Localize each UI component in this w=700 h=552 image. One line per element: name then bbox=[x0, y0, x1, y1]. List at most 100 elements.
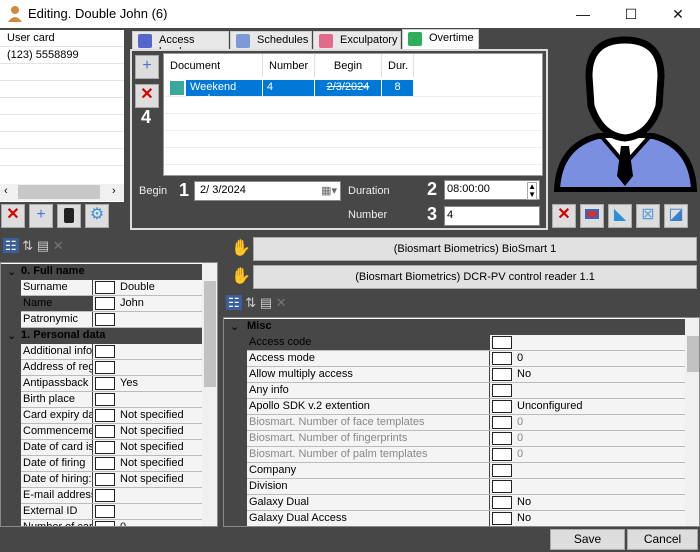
property-value[interactable]: Double bbox=[120, 281, 155, 293]
delete-overtime-button[interactable]: ✕ bbox=[135, 84, 159, 108]
property-value[interactable]: 0 bbox=[120, 521, 126, 526]
vertical-scrollbar[interactable] bbox=[685, 318, 699, 526]
close-button[interactable]: ✕ bbox=[663, 4, 693, 24]
property-value[interactable]: Unconfigured bbox=[517, 400, 582, 412]
column-header[interactable]: Number bbox=[263, 54, 315, 77]
property-row[interactable]: Access mode 0 bbox=[224, 351, 685, 367]
duration-input[interactable]: 08:00:00 ▲ ▼ bbox=[444, 180, 540, 200]
card-list[interactable]: User card (123) 5558899 bbox=[0, 30, 124, 202]
property-value[interactable]: Not specified bbox=[120, 425, 184, 437]
maximize-button[interactable]: ☐ bbox=[616, 4, 646, 24]
categorized-view-icon[interactable]: ☷ bbox=[226, 295, 242, 310]
property-row[interactable]: Date of firing Not specified bbox=[1, 456, 202, 472]
property-row[interactable]: Galaxy Dual No bbox=[224, 495, 685, 511]
cell-duration[interactable]: 8 bbox=[382, 80, 414, 96]
property-value[interactable]: No bbox=[517, 512, 531, 524]
property-row[interactable]: E-mail address bbox=[1, 488, 202, 504]
delete-card-button[interactable]: ✕ bbox=[1, 204, 25, 228]
scroll-right-icon[interactable]: › bbox=[112, 185, 116, 197]
card-reader-button[interactable] bbox=[57, 204, 81, 228]
property-row[interactable]: Date of card is Not specified bbox=[1, 440, 202, 456]
property-pages-icon[interactable]: ▤ bbox=[260, 295, 272, 310]
spinner-icon[interactable]: ▲ ▼ bbox=[527, 182, 537, 200]
right-property-grid[interactable]: ⌄ Misc Access code Access mode 0 Allow multip… bbox=[223, 317, 700, 527]
category-row[interactable]: ⌄ 1. Personal data bbox=[1, 328, 202, 344]
property-row[interactable]: Address of reg bbox=[1, 360, 202, 376]
device-button-biosmart[interactable]: (Biosmart Biometrics) BioSmart 1 bbox=[253, 237, 697, 261]
property-row[interactable]: Birth place bbox=[1, 392, 202, 408]
collapse-chevron-icon[interactable]: ⌄ bbox=[230, 320, 239, 333]
calendar-dropdown-icon[interactable]: ▦▾ bbox=[321, 184, 337, 197]
property-row[interactable]: Number of car 0 bbox=[1, 520, 202, 526]
tab-exculpatory[interactable]: Exculpatory bbox=[313, 31, 401, 50]
property-row[interactable]: Galaxy Dual Access No bbox=[224, 511, 685, 526]
horizontal-scrollbar[interactable]: ‹ › bbox=[0, 184, 124, 201]
settings-button[interactable]: ⚙ bbox=[85, 204, 109, 228]
property-value[interactable]: 0 bbox=[517, 416, 523, 428]
add-overtime-button[interactable]: + bbox=[135, 55, 159, 79]
property-value[interactable]: Not specified bbox=[120, 473, 184, 485]
cell-begin[interactable]: 2/3/2024 bbox=[315, 80, 382, 96]
cell-number[interactable]: 4 bbox=[263, 80, 315, 96]
property-value[interactable]: 0 bbox=[517, 432, 523, 444]
column-header[interactable]: Begin bbox=[315, 54, 382, 77]
cancel-button[interactable]: Cancel bbox=[627, 529, 698, 550]
begin-date-picker[interactable]: 2/ 3/2024 ▦▾ bbox=[194, 181, 341, 201]
scanner-button[interactable]: ◪ bbox=[664, 204, 688, 228]
property-row[interactable]: Any info bbox=[224, 383, 685, 399]
save-button[interactable]: Save bbox=[550, 529, 625, 550]
property-row[interactable]: Additional info bbox=[1, 344, 202, 360]
property-row[interactable]: Access code bbox=[224, 335, 685, 351]
category-row[interactable]: ⌄ Misc bbox=[224, 319, 685, 335]
property-value[interactable]: John bbox=[120, 297, 144, 309]
add-card-button[interactable]: + bbox=[29, 204, 53, 228]
cell-document[interactable]: Weekend work bbox=[186, 80, 263, 105]
property-row[interactable]: Surname Double bbox=[1, 280, 202, 296]
list-item[interactable]: (123) 5558899 bbox=[0, 47, 124, 64]
property-row[interactable]: Antipassback Yes bbox=[1, 376, 202, 392]
property-row[interactable]: Name John bbox=[1, 296, 202, 312]
property-value[interactable]: Not specified bbox=[120, 441, 184, 453]
property-value[interactable]: No bbox=[517, 496, 531, 508]
property-row[interactable]: Biosmart. Number of face templates 0 bbox=[224, 415, 685, 431]
minimize-button[interactable]: — bbox=[568, 4, 598, 24]
property-row[interactable]: Date of hiring: Not specified bbox=[1, 472, 202, 488]
tab-schedules[interactable]: Schedules bbox=[230, 31, 312, 50]
property-row[interactable]: Company bbox=[224, 463, 685, 479]
sort-alphabetical-icon[interactable]: ⇅ bbox=[22, 238, 33, 253]
property-value[interactable]: 0 bbox=[517, 448, 523, 460]
left-property-grid[interactable]: ⌄ 0. Full name Surname Double Name John Patron… bbox=[0, 262, 218, 527]
tab-overtime[interactable]: Overtime bbox=[402, 29, 479, 50]
delete-photo-button[interactable]: ✕ bbox=[552, 204, 576, 228]
crop-button[interactable]: ⊠ bbox=[636, 204, 660, 228]
sort-alphabetical-icon[interactable]: ⇅ bbox=[245, 295, 256, 310]
collapse-chevron-icon[interactable]: ⌄ bbox=[7, 329, 16, 342]
property-row[interactable]: Biosmart. Number of palm templates 0 bbox=[224, 447, 685, 463]
property-value[interactable]: Not specified bbox=[120, 457, 184, 469]
delete-icon[interactable]: ✕ bbox=[53, 238, 64, 253]
collapse-chevron-icon[interactable]: ⌄ bbox=[7, 265, 16, 278]
vertical-scrollbar[interactable] bbox=[202, 263, 217, 526]
property-row[interactable]: Commenceme Not specified bbox=[1, 424, 202, 440]
property-row[interactable]: Apollo SDK v.2 extention Unconfigured bbox=[224, 399, 685, 415]
overtime-table[interactable]: Document Number Begin Dur. Weekend work … bbox=[163, 53, 543, 176]
property-pages-icon[interactable]: ▤ bbox=[37, 238, 49, 253]
property-row[interactable]: External ID bbox=[1, 504, 202, 520]
property-value[interactable]: 0 bbox=[517, 352, 523, 364]
property-row[interactable]: Biosmart. Number of fingerprints 0 bbox=[224, 431, 685, 447]
category-row[interactable]: ⌄ 0. Full name bbox=[1, 264, 202, 280]
avatar[interactable] bbox=[553, 36, 698, 192]
property-row[interactable]: Allow multiply access No bbox=[224, 367, 685, 383]
property-row[interactable]: Division bbox=[224, 479, 685, 495]
tab-access-levels[interactable]: Access levels bbox=[132, 31, 229, 58]
column-header[interactable]: Document bbox=[164, 54, 263, 77]
property-row[interactable]: Card expiry da Not specified bbox=[1, 408, 202, 424]
list-item[interactable]: User card bbox=[0, 30, 124, 47]
scroll-left-icon[interactable]: ‹ bbox=[4, 185, 8, 197]
property-row[interactable]: Patronymic bbox=[1, 312, 202, 328]
property-value[interactable]: No bbox=[517, 368, 531, 380]
camera-button[interactable]: ◣ bbox=[608, 204, 632, 228]
load-image-button[interactable] bbox=[580, 204, 604, 228]
categorized-view-icon[interactable]: ☷ bbox=[3, 238, 19, 253]
column-header[interactable]: Dur. bbox=[382, 54, 414, 77]
